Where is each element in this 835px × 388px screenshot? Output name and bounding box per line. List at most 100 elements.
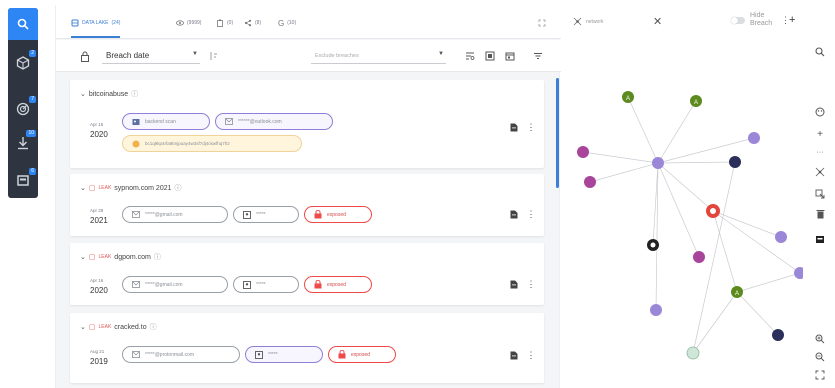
data-chip[interactable]: ******@outlook.com xyxy=(215,113,333,130)
info-icon[interactable]: ⓘ xyxy=(131,89,138,99)
rail-item-cube[interactable]: 2 xyxy=(8,48,38,78)
sort-select[interactable]: Breach date ▼ xyxy=(102,48,200,64)
card-title[interactable]: ⌄ ▢ LEAK cracked.to ⓘ xyxy=(80,322,157,332)
zoom-out-button[interactable] xyxy=(813,350,827,364)
scrollbar[interactable] xyxy=(556,78,559,188)
tab-accounts[interactable]: (9999) xyxy=(176,17,201,29)
exposed-chip[interactable]: exposed xyxy=(304,276,372,293)
hide-breach-toggle[interactable] xyxy=(731,17,745,24)
account-node[interactable] xyxy=(693,251,705,263)
filter-list-button[interactable] xyxy=(463,49,477,63)
document-button[interactable] xyxy=(508,208,520,220)
email-node[interactable] xyxy=(650,304,662,316)
delete-button[interactable] xyxy=(813,207,827,221)
info-icon[interactable]: ⓘ xyxy=(150,322,157,332)
info-icon[interactable]: ⓘ xyxy=(175,183,182,193)
rail-item-download[interactable]: 10 xyxy=(8,128,38,158)
data-chip[interactable]: ***** xyxy=(245,346,323,363)
tab-count: (8) xyxy=(255,20,262,26)
zoom-in-graph-button[interactable]: + xyxy=(813,127,827,141)
tab-pastes[interactable]: (0) xyxy=(216,17,233,29)
account-node[interactable] xyxy=(577,146,589,158)
breach-node[interactable]: A xyxy=(731,286,743,298)
info-icon[interactable]: ⓘ xyxy=(154,252,161,262)
close-graph-button[interactable]: ✕ xyxy=(653,15,662,28)
comment-button[interactable] xyxy=(813,233,827,247)
tab-social[interactable]: (8) xyxy=(244,17,261,29)
more-button[interactable]: ⋮ xyxy=(526,278,536,290)
clipboard-icon xyxy=(217,19,223,27)
card-title[interactable]: ⌄ ▢ LEAK dgpom.com ⓘ xyxy=(80,252,161,262)
id-node[interactable] xyxy=(772,329,784,341)
data-chip[interactable]: ***** xyxy=(233,206,299,223)
smiley-button[interactable] xyxy=(813,105,827,119)
calendar-button[interactable] xyxy=(503,49,517,63)
data-chip[interactable]: bc1q9kp4rfa9tmjpuay4w3sf7dj4ckwfhq7h2 xyxy=(122,135,302,152)
toggle-knob xyxy=(731,17,738,24)
id-icon xyxy=(242,280,252,290)
rail-badge: 2 xyxy=(29,50,36,57)
breach-card: ⌄ ▢ LEAK sypnom.com 2021 ⓘ Apr 29 2021 *… xyxy=(70,174,544,236)
card-title[interactable]: ⌄ ▢ LEAK sypnom.com 2021 ⓘ xyxy=(80,183,182,193)
dash-button[interactable]: ··· xyxy=(813,145,827,159)
add-node-button[interactable]: + xyxy=(789,14,795,26)
device-node[interactable] xyxy=(647,239,659,251)
chip-label: backend scan xyxy=(145,118,176,125)
expand-button[interactable] xyxy=(536,17,548,29)
card-title[interactable]: ⌄ bitcoinabuse ⓘ xyxy=(80,89,138,99)
rail-item-radar[interactable]: 7 xyxy=(8,94,38,124)
filter-button[interactable] xyxy=(531,49,545,63)
lock-icon xyxy=(337,350,347,360)
export-button[interactable] xyxy=(813,187,827,201)
data-chip[interactable]: ***** xyxy=(233,276,299,293)
data-chip[interactable]: backend scan xyxy=(122,113,210,130)
more-button[interactable]: ⋮ xyxy=(526,208,536,220)
sort-direction-button[interactable] xyxy=(206,49,220,63)
tab-bar: DATA LAKE (24) (9999) (0) (8) G (10) xyxy=(56,5,561,39)
image-view-button[interactable] xyxy=(483,49,497,63)
data-chip[interactable]: *****@gmail.com xyxy=(122,276,228,293)
svg-text:A: A xyxy=(626,96,630,102)
tab-data-lake[interactable]: DATA LAKE (24) xyxy=(71,17,121,38)
email-node[interactable] xyxy=(775,231,787,243)
breach-node[interactable]: A xyxy=(690,95,702,107)
lock-filter-button[interactable] xyxy=(78,49,92,63)
graph-tab[interactable]: network xyxy=(573,17,604,26)
data-chip[interactable]: *****@gmail.com xyxy=(122,206,228,223)
phone-node[interactable] xyxy=(729,156,741,168)
caret-down-icon: ▼ xyxy=(438,51,444,57)
breach-name: cracked.to xyxy=(114,323,147,331)
target-node[interactable] xyxy=(706,204,720,218)
zoom-in-icon xyxy=(815,334,825,344)
exposed-chip[interactable]: exposed xyxy=(328,346,396,363)
chip-label: ***** xyxy=(256,281,266,288)
hide-label-line2: Breach xyxy=(750,20,773,27)
document-button[interactable] xyxy=(508,278,520,290)
network-graph[interactable]: A A A xyxy=(563,45,803,385)
document-button[interactable] xyxy=(508,349,520,361)
download-icon xyxy=(18,137,28,150)
tab-google[interactable]: G (10) xyxy=(278,17,296,29)
breach-node[interactable]: A xyxy=(622,91,634,103)
network-layout-button[interactable] xyxy=(813,165,827,179)
exclude-breaches-select[interactable]: Exclude breaches ▼ xyxy=(311,48,446,64)
zoom-out-icon xyxy=(815,352,825,362)
data-chip[interactable]: *****@protonmail.com xyxy=(122,346,240,363)
rail-badge: 6 xyxy=(29,168,36,175)
email-node[interactable] xyxy=(794,267,803,279)
zoom-in-button[interactable] xyxy=(813,332,827,346)
lock-icon xyxy=(313,210,323,220)
document-button[interactable] xyxy=(508,121,520,133)
pending-node[interactable] xyxy=(686,346,700,360)
fit-view-button[interactable] xyxy=(813,368,827,382)
more-button[interactable]: ⋮ xyxy=(526,121,536,133)
graph-panel: network ✕ Hide Breach ⋮ + A A A xyxy=(563,5,803,388)
graph-search-button[interactable] xyxy=(813,45,827,59)
search-button[interactable] xyxy=(8,8,38,40)
hub-node[interactable] xyxy=(652,157,664,169)
email-node[interactable] xyxy=(748,132,760,144)
account-node[interactable] xyxy=(584,176,596,188)
more-button[interactable]: ⋮ xyxy=(526,349,536,361)
rail-item-chat[interactable]: 6 xyxy=(8,166,38,196)
exposed-chip[interactable]: exposed xyxy=(304,206,372,223)
